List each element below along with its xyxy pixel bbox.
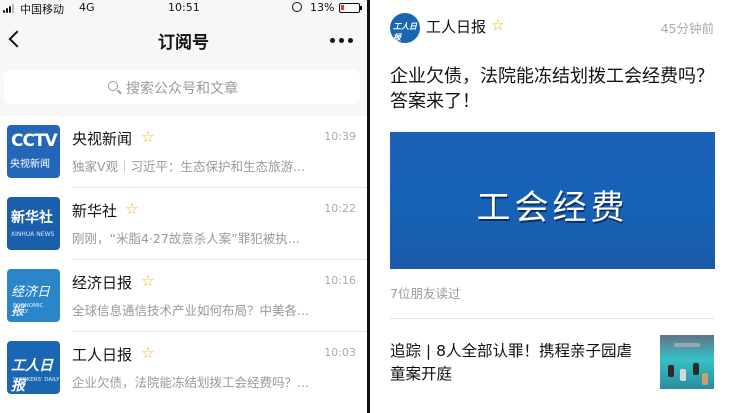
list-item[interactable]: CCTV 央视新闻 央视新闻 ☆ 10:39 独家V观｜习近平：生态保护和生态旅… xyxy=(0,116,367,188)
message-summary: 企业欠债，法院能冻结划拨工会经费吗？... xyxy=(72,375,309,390)
avatar[interactable]: 工人日报 xyxy=(390,13,420,43)
more-dots-icon[interactable] xyxy=(330,38,354,44)
related-article[interactable]: 追踪 | 8人全部认罪！携程亲子园虐童案开庭 xyxy=(370,330,734,394)
network-label: 4G xyxy=(79,1,95,14)
divider xyxy=(390,318,714,319)
search-input[interactable]: 搜索公众号和文章 xyxy=(4,70,360,104)
status-bar: 中国移动 4G 10:51 13% xyxy=(0,0,367,16)
avatar-subtitle: WORKERS' DAILY xyxy=(13,377,60,383)
article-cover-image[interactable]: 工会经费 xyxy=(390,132,715,269)
search-icon xyxy=(108,81,118,91)
related-article-thumbnail xyxy=(660,335,714,389)
star-outline-icon: ☆ xyxy=(125,200,139,218)
cover-text: 工会经费 xyxy=(476,188,629,228)
message-time: 10:39 xyxy=(324,130,356,143)
subscription-list-screen: 中国移动 4G 10:51 13% 订阅号 搜索公众号和文章 CCTV 央视新闻… xyxy=(0,0,367,413)
message-time: 10:16 xyxy=(324,274,356,287)
star-outline-icon: ☆ xyxy=(491,16,505,34)
account-name: 央视新闻 xyxy=(72,130,133,148)
avatar: CCTV 央视新闻 xyxy=(7,125,60,178)
article-title[interactable]: 企业欠债，法院能冻结划拨工会经费吗？答案来了！ xyxy=(390,64,720,114)
carrier-label: 中国移动 xyxy=(20,3,64,16)
list-item[interactable]: 工人日报 WORKERS' DAILY 工人日报 ☆ 10:03 企业欠债，法院… xyxy=(0,332,367,404)
article-time: 45分钟前 xyxy=(660,21,714,36)
subscription-list: CCTV 央视新闻 央视新闻 ☆ 10:39 独家V观｜习近平：生态保护和生态旅… xyxy=(0,116,367,413)
avatar-logo: 工人日报 xyxy=(11,358,53,394)
battery-icon xyxy=(339,3,362,13)
list-item[interactable]: 新华社 XINHUA NEWS 新华社 ☆ 10:22 刚刚，“米脂4·27故意… xyxy=(0,188,367,260)
account-name: 经济日报 xyxy=(72,274,133,292)
avatar: 经济日报 ECONOMIC DAILY xyxy=(7,269,60,322)
article-source[interactable]: 工人日报 xyxy=(426,16,486,37)
article-card: 工人日报 工人日报 ☆ 45分钟前 企业欠债，法院能冻结划拨工会经费吗？答案来了… xyxy=(370,0,734,413)
navigation-bar: 订阅号 xyxy=(0,18,367,62)
star-outline-icon: ☆ xyxy=(141,344,155,362)
status-time: 10:51 xyxy=(168,1,200,14)
message-summary: 独家V观｜习近平：生态保护和生态旅游... xyxy=(72,159,305,174)
avatar-logo: 工人日报 xyxy=(393,22,417,42)
avatar-subtitle: 央视新闻 xyxy=(10,159,50,170)
battery-percent: 13% xyxy=(310,1,335,14)
signal-icon xyxy=(3,3,19,13)
avatar-logo: CCTV xyxy=(11,131,58,151)
message-time: 10:03 xyxy=(324,346,356,359)
avatar-logo: 新华社 xyxy=(11,210,53,226)
avatar-subtitle: ECONOMIC DAILY xyxy=(13,303,44,315)
star-outline-icon: ☆ xyxy=(141,128,155,146)
star-outline-icon: ☆ xyxy=(141,272,155,290)
account-name: 工人日报 xyxy=(72,346,133,364)
related-article-title: 追踪 | 8人全部认罪！携程亲子园虐童案开庭 xyxy=(390,342,632,383)
list-item[interactable]: 经济日报 ECONOMIC DAILY 经济日报 ☆ 10:16 全球信息通信技… xyxy=(0,260,367,332)
friends-read-count: 7位朋友读过 xyxy=(390,286,461,301)
search-placeholder: 搜索公众号和文章 xyxy=(126,81,238,97)
message-time: 10:22 xyxy=(324,202,356,215)
page-title: 订阅号 xyxy=(158,33,209,53)
avatar-subtitle: XINHUA NEWS xyxy=(11,231,55,238)
account-name: 新华社 xyxy=(72,202,118,220)
message-summary: 刚刚，“米脂4·27故意杀人案”罪犯被执... xyxy=(72,231,300,246)
rotation-lock-icon xyxy=(292,2,302,12)
avatar: 工人日报 WORKERS' DAILY xyxy=(7,341,60,394)
avatar: 新华社 XINHUA NEWS xyxy=(7,197,60,250)
message-summary: 全球信息通信技术产业如何布局？中美各... xyxy=(72,303,309,318)
